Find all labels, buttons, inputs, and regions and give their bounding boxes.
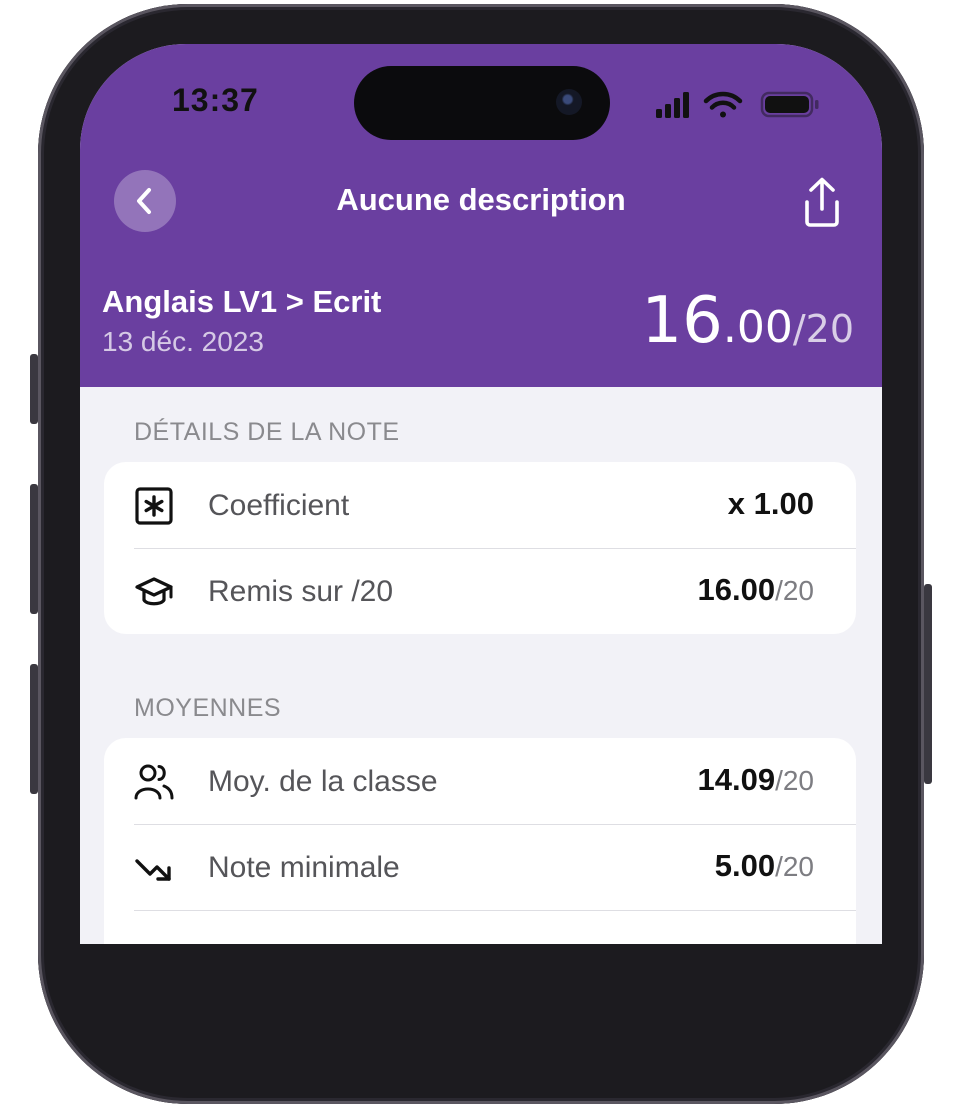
chevron-left-icon — [137, 188, 151, 214]
volume-up-button — [30, 484, 38, 614]
row-label: Note minimale — [208, 851, 400, 884]
row-label: Coefficient — [208, 489, 350, 522]
coefficient-row[interactable]: Coefficient x 1.00 — [104, 462, 856, 548]
value-main: 14.09 — [697, 762, 776, 797]
value-suffix: /20 — [775, 765, 814, 796]
side-button — [30, 354, 38, 424]
grade-decimal: .00 — [722, 302, 793, 353]
averages-card: Moy. de la classe 14.09/20 Note minimale… — [104, 738, 856, 944]
trend-down-icon — [135, 859, 171, 881]
grade-date: 13 déc. 2023 — [102, 326, 264, 357]
next-row[interactable] — [104, 910, 856, 944]
out-of-20-row[interactable]: Remis sur /20 16.00/20 — [104, 548, 856, 634]
grade-header: 13:37 Aucune description Anglais LV1 > E… — [80, 44, 882, 387]
row-value: 5.00/20 — [715, 848, 814, 884]
power-button — [924, 584, 932, 784]
app-screen: 13:37 Aucune description Anglais LV1 > E… — [80, 44, 882, 944]
cellular-signal-icon — [656, 92, 689, 118]
camera-icon — [556, 89, 582, 115]
row-label: Moy. de la classe — [208, 765, 438, 798]
grade-denominator: /20 — [792, 307, 854, 351]
page-title: Aucune description — [336, 182, 626, 217]
section-label-averages: MOYENNES — [134, 694, 282, 722]
battery-icon — [760, 91, 819, 118]
row-value: 16.00/20 — [697, 572, 814, 608]
graduation-cap-icon — [135, 577, 173, 606]
dynamic-island — [354, 66, 610, 140]
grade-value: 16.00/20 — [641, 284, 854, 358]
value-suffix: /20 — [775, 851, 814, 882]
value-main: x 1.00 — [727, 486, 814, 521]
back-button[interactable] — [114, 170, 176, 232]
value-main: 16.00 — [697, 572, 776, 607]
value-suffix: /20 — [775, 575, 814, 606]
users-icon — [134, 764, 174, 800]
wifi-icon — [703, 91, 743, 118]
class-average-row[interactable]: Moy. de la classe 14.09/20 — [104, 738, 856, 824]
grade-integer: 16 — [641, 284, 723, 358]
section-label-details: DÉTAILS DE LA NOTE — [134, 418, 400, 446]
volume-down-button — [30, 664, 38, 794]
share-icon[interactable] — [798, 176, 846, 228]
subject-name: Anglais LV1 > Ecrit — [102, 284, 382, 319]
minimum-grade-row[interactable]: Note minimale 5.00/20 — [104, 824, 856, 910]
status-time: 13:37 — [172, 82, 259, 118]
row-value: x 1.00 — [728, 486, 814, 522]
row-label: Remis sur /20 — [208, 575, 394, 608]
asterisk-box-icon — [135, 487, 173, 525]
details-card: Coefficient x 1.00 Remis sur /20 16.00/2… — [104, 462, 856, 634]
status-icons — [656, 91, 819, 118]
row-value: 14.09/20 — [697, 762, 814, 798]
value-main: 5.00 — [714, 848, 776, 883]
